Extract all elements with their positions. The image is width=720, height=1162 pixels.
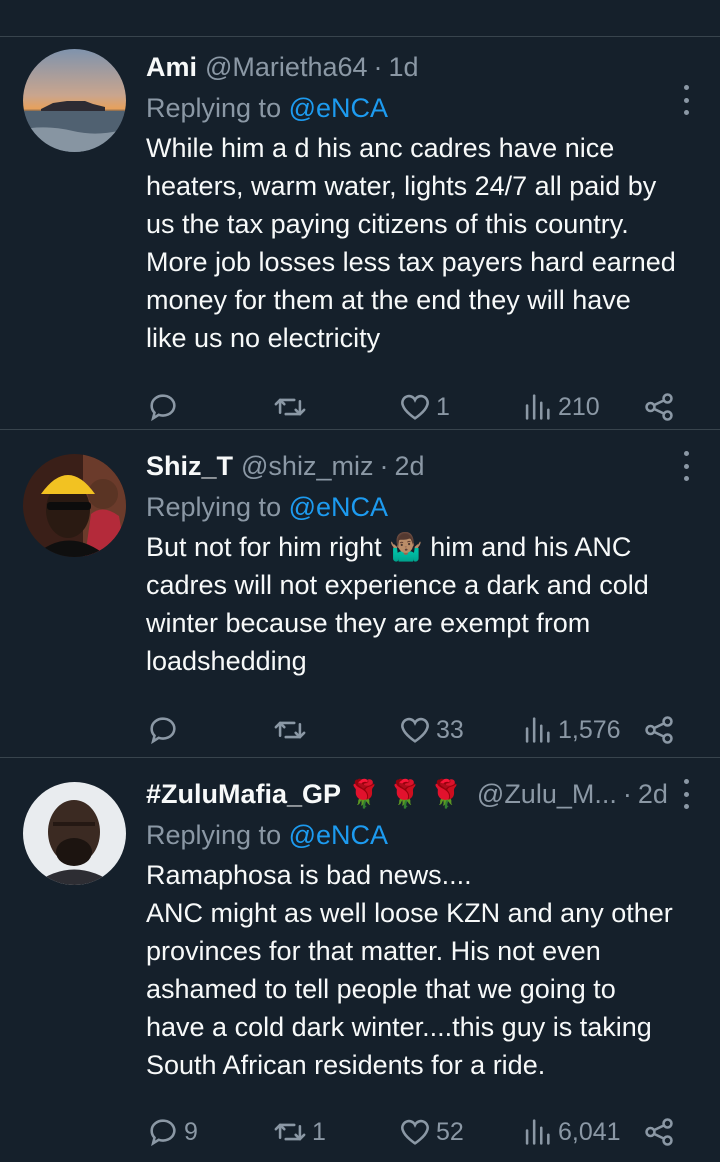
replies-feed: Ami @Marietha64 · 1d Replying to @eNCA W… bbox=[0, 0, 720, 1162]
retweet-icon bbox=[274, 1123, 306, 1141]
avatar[interactable] bbox=[23, 49, 126, 152]
separator-dot: · bbox=[373, 52, 383, 82]
retweet-button[interactable] bbox=[272, 710, 312, 750]
bar-chart-icon bbox=[525, 717, 550, 743]
tweet-text-start: But not for him right bbox=[146, 532, 390, 562]
share-button[interactable] bbox=[642, 1112, 676, 1152]
replying-to-label: Replying to bbox=[146, 93, 282, 123]
views-count: 1,576 bbox=[558, 715, 621, 744]
views-count: 210 bbox=[558, 392, 600, 421]
bar-chart-icon bbox=[525, 394, 550, 420]
reply-tweet-2[interactable]: Shiz_T @shiz_miz · 2d Replying to @eNCA … bbox=[0, 430, 720, 758]
timestamp[interactable]: 2d bbox=[394, 450, 424, 482]
replying-to-handle[interactable]: @eNCA bbox=[289, 492, 388, 522]
author-name[interactable]: Ami bbox=[146, 51, 197, 83]
tweet-header: #ZuluMafia_GP 🌹 🌹 🌹 @Zulu_M... · 2d bbox=[146, 778, 696, 810]
tweet-text: But not for him right 🤷🏽‍♂️ him and his … bbox=[146, 528, 696, 680]
timestamp[interactable]: 1d bbox=[389, 51, 419, 83]
views-button[interactable]: 1,576 bbox=[520, 710, 621, 750]
retweet-icon bbox=[274, 721, 306, 739]
more-options-icon[interactable] bbox=[682, 451, 690, 481]
tweet-text: Ramaphosa is bad news.... ANC might as w… bbox=[146, 860, 673, 1080]
replying-to-label: Replying to bbox=[146, 492, 282, 522]
like-count: 33 bbox=[436, 715, 464, 744]
like-count: 1 bbox=[436, 392, 450, 421]
separator-dot: · bbox=[622, 779, 632, 809]
author-name[interactable]: Shiz_T bbox=[146, 450, 233, 482]
replying-to: Replying to @eNCA bbox=[146, 490, 696, 524]
retweet-button[interactable] bbox=[272, 387, 312, 427]
reply-count: 9 bbox=[184, 1117, 198, 1146]
author-name[interactable]: #ZuluMafia_GP bbox=[146, 778, 341, 810]
rose-emojis: 🌹 🌹 🌹 bbox=[347, 779, 463, 809]
reply-tweet-1[interactable]: Ami @Marietha64 · 1d Replying to @eNCA W… bbox=[0, 37, 720, 430]
reply-tweet-3[interactable]: #ZuluMafia_GP 🌹 🌹 🌹 @Zulu_M... · 2d Repl… bbox=[0, 758, 720, 1160]
replying-to-handle[interactable]: @eNCA bbox=[289, 93, 388, 123]
heart-icon bbox=[401, 394, 429, 420]
views-button[interactable]: 6,041 bbox=[520, 1112, 621, 1152]
share-button[interactable] bbox=[642, 710, 676, 750]
action-bar: 33 1,576 bbox=[146, 710, 696, 750]
retweet-button[interactable]: 1 bbox=[272, 1112, 326, 1152]
share-icon bbox=[645, 1118, 673, 1146]
heart-icon bbox=[401, 717, 429, 743]
separator-dot: · bbox=[379, 451, 389, 481]
share-icon bbox=[645, 393, 673, 421]
retweet-count: 1 bbox=[312, 1117, 326, 1146]
reply-button[interactable] bbox=[146, 387, 184, 427]
author-handle[interactable]: @Marietha64 bbox=[205, 51, 368, 83]
like-button[interactable]: 1 bbox=[398, 387, 450, 427]
reply-button[interactable]: 9 bbox=[146, 1112, 198, 1152]
more-options-icon[interactable] bbox=[682, 85, 690, 115]
avatar[interactable] bbox=[23, 782, 126, 885]
like-count: 52 bbox=[436, 1117, 464, 1146]
replying-to-handle[interactable]: @eNCA bbox=[289, 820, 388, 850]
author-handle[interactable]: @shiz_miz bbox=[241, 450, 373, 482]
replying-to: Replying to @eNCA bbox=[146, 91, 696, 125]
more-options-icon[interactable] bbox=[682, 779, 690, 809]
reply-button[interactable] bbox=[146, 710, 184, 750]
timestamp[interactable]: 2d bbox=[638, 778, 668, 810]
bar-chart-icon bbox=[525, 1119, 550, 1145]
tweet-header: Ami @Marietha64 · 1d bbox=[146, 51, 696, 83]
heart-icon bbox=[401, 1119, 429, 1145]
tweet-header: Shiz_T @shiz_miz · 2d bbox=[146, 450, 696, 482]
avatar[interactable] bbox=[23, 454, 126, 557]
replying-to-label: Replying to bbox=[146, 820, 282, 850]
replying-to: Replying to @eNCA bbox=[146, 818, 696, 852]
share-button[interactable] bbox=[642, 387, 676, 427]
author-handle[interactable]: @Zulu_M... bbox=[477, 778, 617, 810]
retweet-icon bbox=[274, 398, 306, 416]
views-button[interactable]: 210 bbox=[520, 387, 600, 427]
tweet-text: While him a d his anc cadres have nice h… bbox=[146, 133, 676, 353]
action-bar: 9 1 52 6,041 bbox=[146, 1112, 696, 1152]
shrug-emoji: 🤷🏽‍♂️ bbox=[389, 532, 423, 562]
share-icon bbox=[645, 716, 673, 744]
top-spacer bbox=[0, 0, 720, 36]
like-button[interactable]: 33 bbox=[398, 710, 464, 750]
action-bar: 1 210 bbox=[146, 387, 696, 427]
reply-bubble-icon bbox=[150, 1119, 176, 1147]
views-count: 6,041 bbox=[558, 1117, 621, 1146]
like-button[interactable]: 52 bbox=[398, 1112, 464, 1152]
reply-bubble-icon bbox=[150, 394, 176, 422]
reply-bubble-icon bbox=[150, 717, 176, 745]
